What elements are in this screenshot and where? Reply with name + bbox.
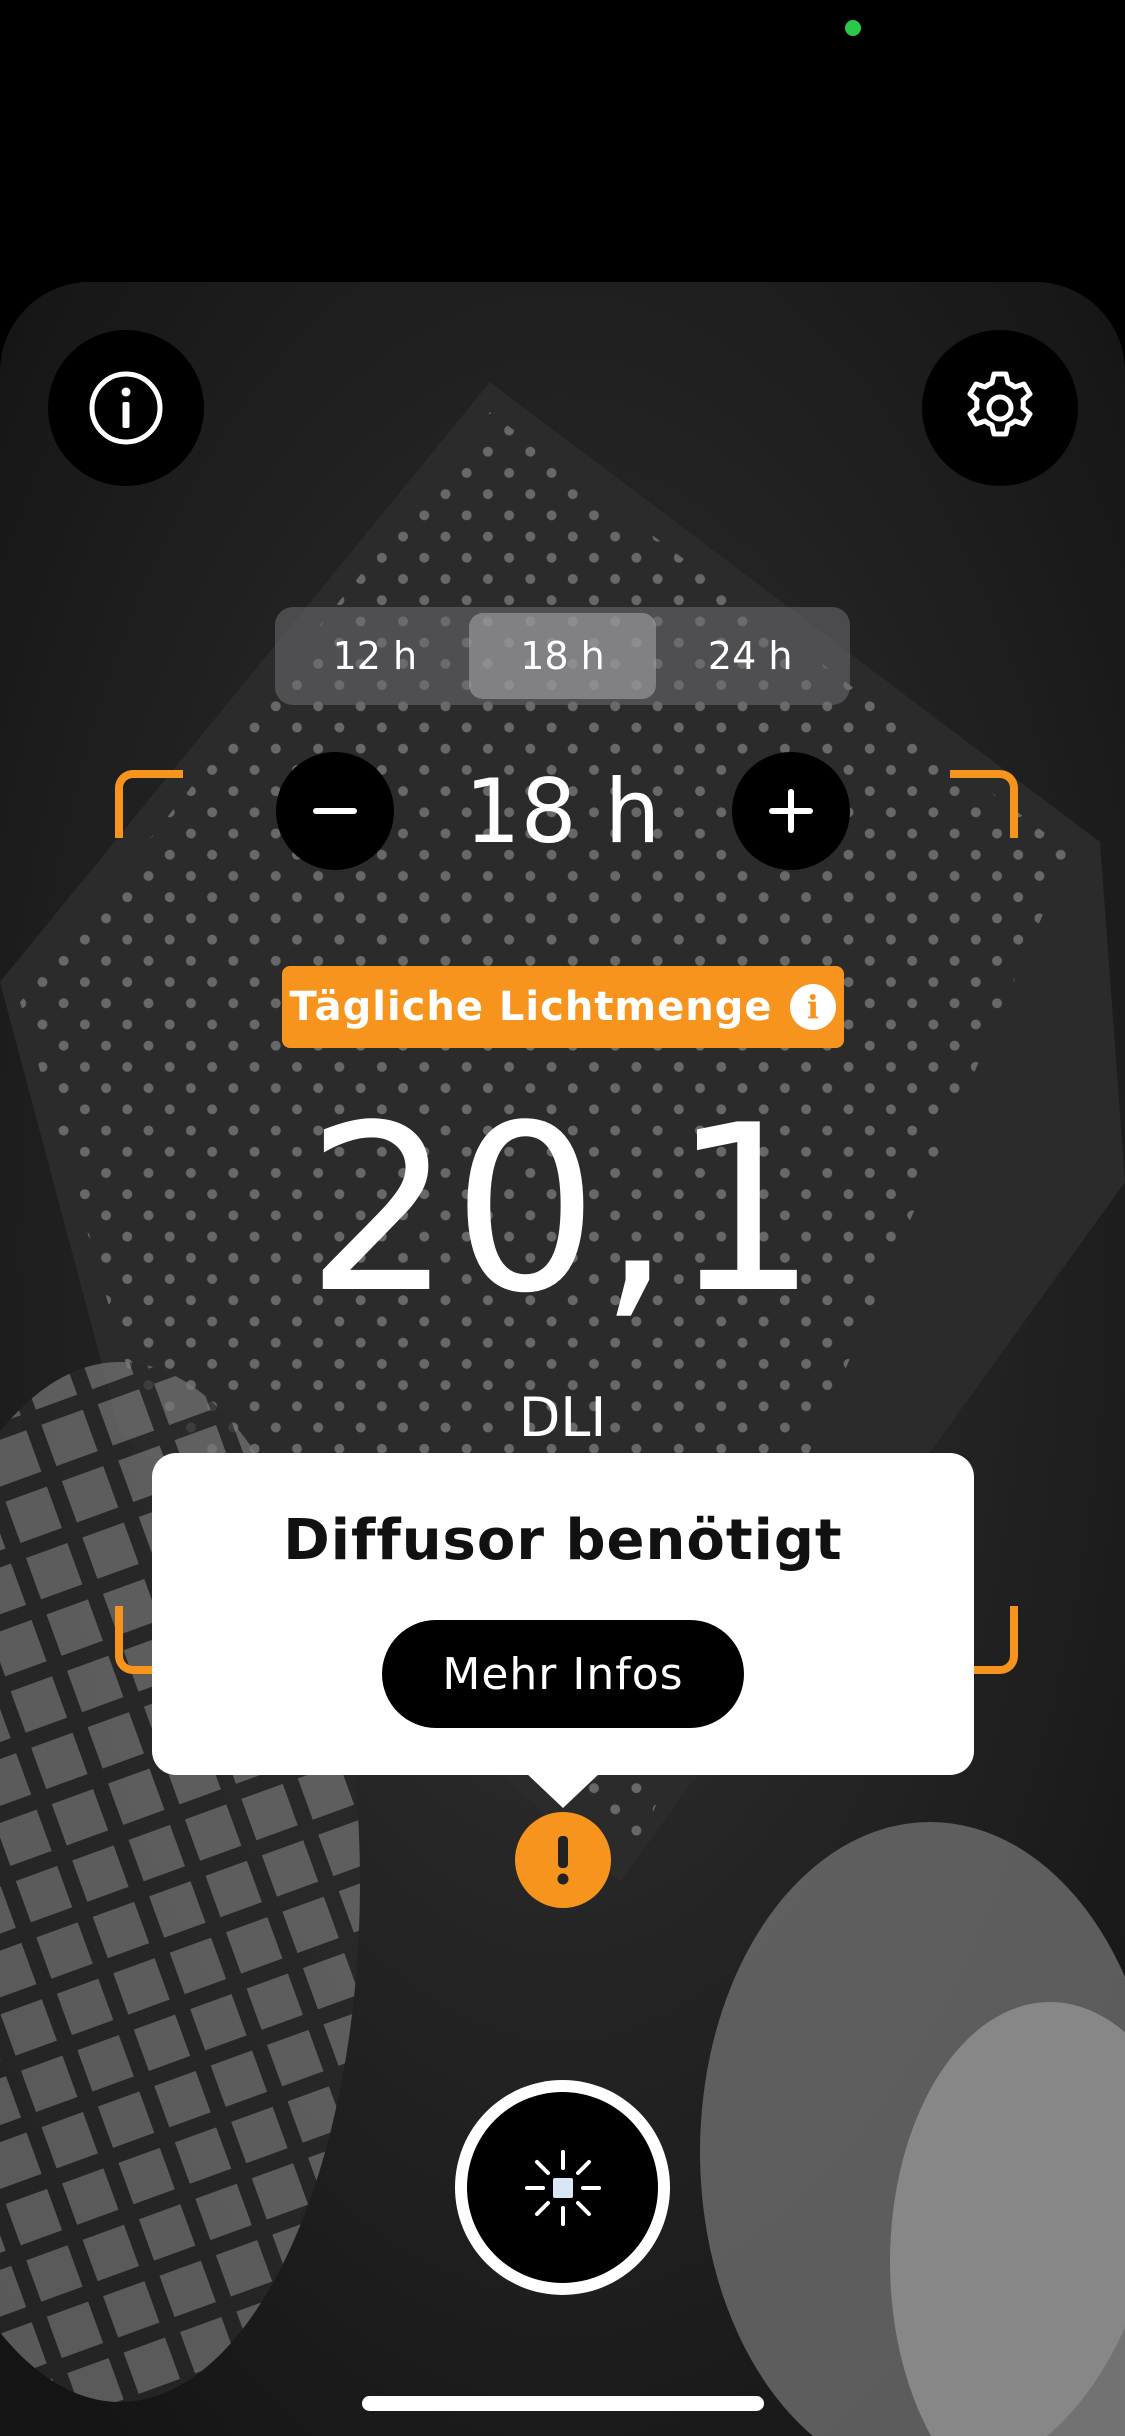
increase-hours-button[interactable] — [732, 752, 850, 870]
dli-value: 20,1 — [305, 1076, 819, 1344]
exclamation-icon — [557, 1836, 569, 1885]
minus-icon — [313, 808, 357, 814]
popup-arrow — [525, 1772, 601, 1808]
settings-button[interactable] — [922, 330, 1078, 486]
info-icon — [89, 371, 163, 445]
gear-icon — [967, 371, 1033, 437]
daily-light-label-button[interactable]: Tägliche Lichtmenge i — [282, 966, 844, 1048]
info-button[interactable] — [48, 330, 204, 486]
diffuser-warning-popup: Diffusor benötigt Mehr Infos — [152, 1453, 974, 1775]
photoperiod-selector: 12 h 18 h 24 h — [275, 607, 850, 705]
hours-value: 18 h — [464, 759, 661, 863]
decrease-hours-button[interactable] — [276, 752, 394, 870]
capture-button[interactable] — [455, 2080, 670, 2295]
more-info-button[interactable]: Mehr Infos — [382, 1620, 744, 1728]
info-icon: i — [790, 984, 837, 1030]
daily-light-label: Tägliche Lichtmenge — [289, 984, 773, 1030]
home-indicator[interactable] — [362, 2396, 764, 2411]
photoperiod-option-12h[interactable]: 12 h — [281, 613, 469, 699]
dli-unit: DLI — [518, 1386, 607, 1449]
capture-button-inner — [467, 2092, 658, 2283]
popup-title: Diffusor benötigt — [283, 1508, 843, 1573]
frame-corner-top-left — [115, 770, 183, 838]
photoperiod-option-18h[interactable]: 18 h — [468, 613, 657, 699]
frame-corner-top-right — [950, 770, 1018, 838]
plus-icon — [769, 789, 813, 833]
camera-indicator-dot — [845, 20, 861, 36]
sun-icon — [524, 2149, 601, 2226]
warning-button[interactable] — [515, 1812, 611, 1908]
photoperiod-option-24h[interactable]: 24 h — [656, 613, 844, 699]
